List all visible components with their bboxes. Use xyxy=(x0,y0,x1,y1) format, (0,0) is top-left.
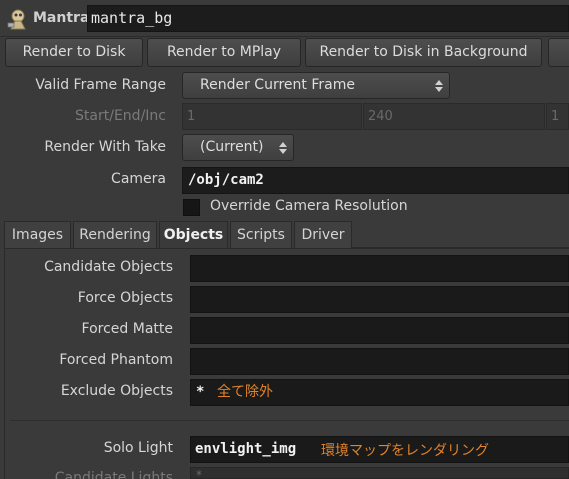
tab-images[interactable]: Images xyxy=(4,221,71,248)
render-to-mplay-button[interactable]: Render to MPlay xyxy=(147,38,301,67)
exclude-objects-field[interactable]: * 全て除外 xyxy=(190,379,569,406)
valid-frame-range-value: Render Current Frame xyxy=(200,77,355,93)
frame-inc-field[interactable]: 1 xyxy=(546,103,569,130)
forced-phantom-label: Forced Phantom xyxy=(59,352,173,368)
candidate-lights-label: Candidate Lights xyxy=(54,470,173,479)
force-objects-label: Force Objects xyxy=(77,290,173,306)
override-camera-resolution-checkbox[interactable] xyxy=(183,199,200,216)
render-with-take-menu[interactable]: (Current) xyxy=(182,134,294,161)
extra-action-button[interactable] xyxy=(548,38,569,67)
exclude-objects-label: Exclude Objects xyxy=(60,383,173,399)
solo-light-annotation: 環境マップをレンダリング xyxy=(321,443,489,459)
start-end-inc-label: Start/End/Inc xyxy=(75,108,166,124)
camera-field[interactable]: /obj/cam2 xyxy=(182,167,569,194)
override-camera-resolution-label: Override Camera Resolution xyxy=(210,198,408,214)
node-type-label: Mantra xyxy=(33,10,90,26)
force-objects-field[interactable] xyxy=(190,286,569,313)
section-divider xyxy=(10,420,569,421)
mantra-node-icon xyxy=(7,9,26,30)
solo-light-label: Solo Light xyxy=(103,440,173,456)
render-with-take-label: Render With Take xyxy=(44,139,166,155)
exclude-objects-value: * xyxy=(196,384,205,400)
parameter-header: Mantra mantra_bg xyxy=(0,0,569,37)
render-to-disk-button[interactable]: Render to Disk xyxy=(5,38,143,67)
tab-driver[interactable]: Driver xyxy=(294,221,352,248)
valid-frame-range-label: Valid Frame Range xyxy=(35,77,166,93)
solo-light-field[interactable]: envlight_img 環境マップをレンダリング xyxy=(190,436,569,463)
menu-arrows-icon xyxy=(435,80,443,92)
forced-phantom-field[interactable] xyxy=(190,348,569,375)
forced-matte-field[interactable] xyxy=(190,317,569,344)
tab-scripts[interactable]: Scripts xyxy=(230,221,292,248)
solo-light-value: envlight_img xyxy=(195,441,297,457)
render-to-disk-background-button[interactable]: Render to Disk in Background xyxy=(305,38,542,67)
node-name-field[interactable]: mantra_bg xyxy=(87,5,569,32)
candidate-objects-label: Candidate Objects xyxy=(44,259,173,275)
frame-end-field[interactable]: 240 xyxy=(363,103,545,130)
render-with-take-value: (Current) xyxy=(200,139,264,155)
tab-objects[interactable]: Objects xyxy=(159,221,228,249)
valid-frame-range-menu[interactable]: Render Current Frame xyxy=(182,72,450,99)
menu-arrows-icon xyxy=(279,142,287,154)
candidate-objects-field[interactable] xyxy=(190,255,569,282)
frame-start-field[interactable]: 1 xyxy=(182,103,362,130)
forced-matte-label: Forced Matte xyxy=(81,321,173,337)
tab-rendering[interactable]: Rendering xyxy=(73,221,157,248)
camera-label: Camera xyxy=(111,171,166,187)
candidate-lights-field[interactable]: * xyxy=(190,467,569,479)
exclude-objects-annotation: 全て除外 xyxy=(217,384,273,400)
